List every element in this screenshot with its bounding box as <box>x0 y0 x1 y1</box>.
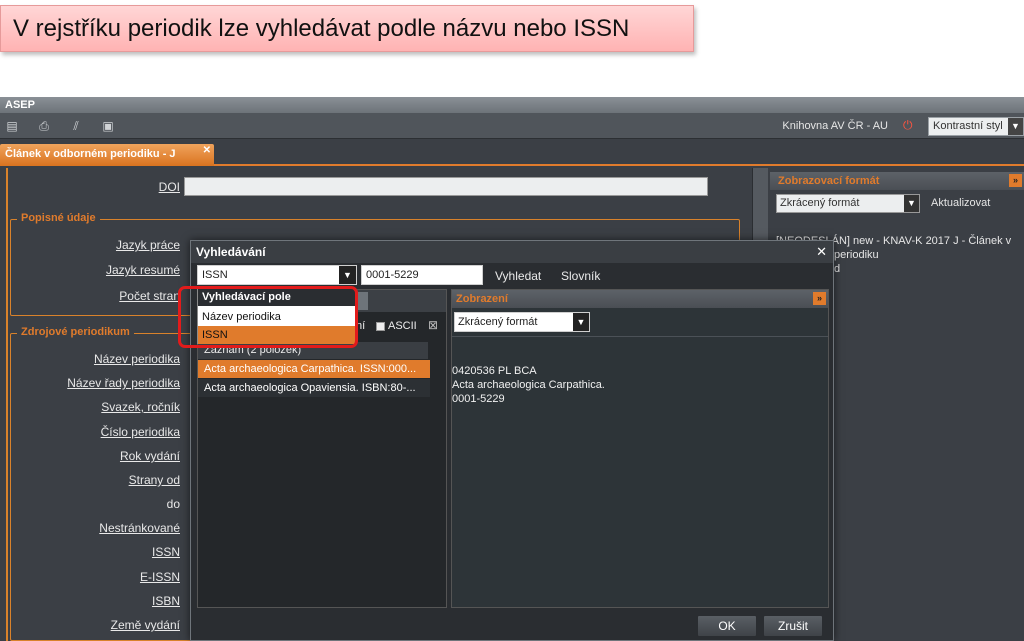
collapse-icon[interactable]: » <box>813 292 826 305</box>
field-label[interactable]: Číslo periodika <box>0 425 180 439</box>
display-line: Acta archaeologica Carpathica. <box>452 379 605 391</box>
close-icon[interactable]: ✕ <box>816 244 827 260</box>
field-label[interactable]: Strany od <box>0 473 180 487</box>
tab-strip: Článek v odborném periodiku - J ✕ <box>0 140 1024 166</box>
display-line: 0420536 PL BCA <box>452 365 537 377</box>
tab-document-label: Článek v odborném periodiku - J <box>5 148 176 160</box>
style-select-value: Kontrastní styl <box>933 120 1003 132</box>
stripes-icon[interactable]: ⫽ <box>68 118 84 134</box>
doi-label[interactable]: DOI <box>0 180 180 194</box>
close-icon[interactable]: ✕ <box>203 145 211 156</box>
chevron-down-icon: ▼ <box>339 266 356 284</box>
display-panel: Zobrazení » Zkrácený formát ▼ 0420536 PL… <box>451 289 829 608</box>
search-field-value: ISSN <box>202 269 228 281</box>
field-label[interactable]: Nestránkované <box>0 521 180 535</box>
pocet-stran-label[interactable]: Počet stran <box>0 289 180 303</box>
preview-panel-title: Zobrazovací formát <box>778 175 880 187</box>
tab-document[interactable]: Článek v odborném periodiku - J ✕ <box>0 144 214 166</box>
dictionary-button[interactable]: Slovník <box>561 269 600 283</box>
display-divider <box>452 336 828 337</box>
screenshot-root: V rejstříku periodik lze vyhledávat podl… <box>0 0 1024 641</box>
settings-icon[interactable]: ⊠ <box>428 318 438 332</box>
preview-format-value: Zkrácený formát <box>780 197 860 209</box>
print-icon[interactable]: ⎙ <box>36 118 52 134</box>
result-row[interactable]: Acta archaeologica Opaviensia. ISBN:80-.… <box>198 379 430 397</box>
field-label[interactable]: Země vydání <box>0 618 180 632</box>
preview-format-select[interactable]: Zkrácený formát ▼ <box>776 194 920 213</box>
organization-label: Knihovna AV ČR - AU <box>782 120 888 132</box>
search-field-select[interactable]: ISSN ▼ <box>197 265 357 285</box>
ok-button[interactable]: OK <box>697 615 757 637</box>
save-icon[interactable]: ▣ <box>100 118 116 134</box>
section-popisne-legend: Popisné údaje <box>17 212 100 224</box>
chevron-down-icon: ▼ <box>573 313 589 331</box>
style-select[interactable]: Kontrastní styl ▼ <box>928 117 1024 136</box>
cancel-button[interactable]: Zrušit <box>763 615 823 637</box>
field-label[interactable]: ISBN <box>0 594 180 608</box>
highlight-box <box>178 286 358 348</box>
annotation-banner: V rejstříku periodik lze vyhledávat podl… <box>0 5 694 52</box>
jazyk-prace-label[interactable]: Jazyk práce <box>0 238 180 252</box>
toolbar: ▤ ⎙ ⫽ ▣ Knihovna AV ČR - AU ⏻ Kontrastní… <box>0 113 1024 139</box>
chevron-down-icon: ▼ <box>1008 118 1023 135</box>
result-row[interactable]: Acta archaeologica Carpathica. ISSN:000.… <box>198 360 430 378</box>
list-icon[interactable]: ▤ <box>4 118 20 134</box>
search-input[interactable]: 0001-5229 <box>361 265 483 285</box>
field-label: do <box>166 497 180 511</box>
jazyk-resume-label[interactable]: Jazyk resumé <box>0 263 180 277</box>
display-format-value: Zkrácený formát <box>458 316 538 328</box>
field-label[interactable]: Rok vydání <box>0 449 180 463</box>
logout-icon[interactable]: ⏻ <box>903 118 913 133</box>
update-button[interactable]: Aktualizovat <box>931 197 990 209</box>
dialog-title: Vyhledávání <box>191 241 833 263</box>
ascii-label: ASCII <box>388 320 417 332</box>
display-text: 0420536 PL BCA Acta archaeologica Carpat… <box>452 364 826 406</box>
display-panel-title: Zobrazení <box>456 293 508 305</box>
ascii-checkbox[interactable] <box>376 322 385 331</box>
collapse-icon[interactable]: » <box>1009 174 1022 187</box>
display-format-select[interactable]: Zkrácený formát ▼ <box>454 312 590 332</box>
app-title: ASEP <box>0 97 1024 113</box>
section-zdrojove-legend: Zdrojové periodikum <box>17 326 134 338</box>
field-label[interactable]: Svazek, ročník <box>0 400 180 414</box>
search-button[interactable]: Vyhledat <box>495 269 541 283</box>
display-panel-header: Zobrazení » <box>452 290 828 308</box>
display-line: 0001-5229 <box>452 393 505 405</box>
field-label[interactable]: Název periodika <box>0 352 180 366</box>
doi-input[interactable] <box>184 177 708 196</box>
chevron-down-icon: ▼ <box>904 195 919 212</box>
field-label[interactable]: Název řady periodika <box>0 376 180 390</box>
preview-panel-header: Zobrazovací formát » <box>770 172 1024 190</box>
field-label[interactable]: ISSN <box>0 545 180 559</box>
field-label[interactable]: E-ISSN <box>0 570 180 584</box>
results-tab[interactable] <box>358 292 368 310</box>
